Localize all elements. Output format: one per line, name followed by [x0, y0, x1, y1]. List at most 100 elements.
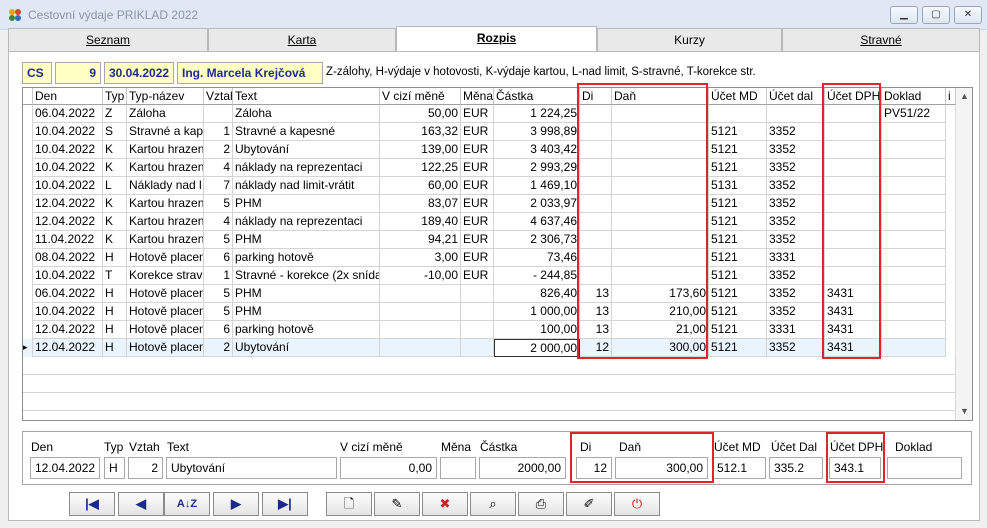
- grid-cell-mena[interactable]: EUR: [461, 231, 494, 249]
- row-indicator[interactable]: [23, 303, 33, 321]
- grid-cell-den[interactable]: 12.04.2022: [33, 321, 103, 339]
- grid-cell-dal[interactable]: 3331: [767, 249, 825, 267]
- tab-rozpis[interactable]: Rozpis: [396, 26, 597, 52]
- grid-cell-den[interactable]: 06.04.2022: [33, 285, 103, 303]
- grid-cell-md[interactable]: 5121: [709, 303, 767, 321]
- new-record-button[interactable]: 🗋: [326, 492, 372, 516]
- grid-cell-dal[interactable]: 3352: [767, 141, 825, 159]
- grid-cell-cizi[interactable]: [380, 285, 461, 303]
- grid-cell-text[interactable]: Ubytování: [233, 339, 380, 357]
- grid-cell-castka[interactable]: 1 224,25: [494, 105, 580, 123]
- castka-field[interactable]: 2000,00: [479, 457, 566, 479]
- grid-cell-den[interactable]: 10.04.2022: [33, 159, 103, 177]
- grid-cell-nazev[interactable]: Hotově placen: [127, 249, 204, 267]
- row-indicator[interactable]: [23, 321, 33, 339]
- grid-cell-mena[interactable]: [461, 285, 494, 303]
- grid-cell-md[interactable]: 5121: [709, 231, 767, 249]
- grid-cell-cizi[interactable]: 163,32: [380, 123, 461, 141]
- grid-cell-mena[interactable]: EUR: [461, 159, 494, 177]
- grid-cell-castka[interactable]: 826,40: [494, 285, 580, 303]
- typ-field[interactable]: H: [104, 457, 125, 479]
- tab-karta[interactable]: Karta: [208, 28, 396, 52]
- grid-cell-text[interactable]: parking hotově: [233, 321, 380, 339]
- grid-cell-mena[interactable]: EUR: [461, 249, 494, 267]
- grid-cell-dph[interactable]: [825, 231, 882, 249]
- current-row-marker-icon[interactable]: ▸: [23, 339, 33, 357]
- grid-cell-md[interactable]: 5121: [709, 249, 767, 267]
- grid-cell-nazev[interactable]: Náklady nad l: [127, 177, 204, 195]
- delete-record-button[interactable]: ✖: [422, 492, 468, 516]
- grid-cell-castka[interactable]: 73,46: [494, 249, 580, 267]
- grid-cell-text[interactable]: Ubytování: [233, 141, 380, 159]
- grid-cell-castka[interactable]: 3 403,42: [494, 141, 580, 159]
- clear-button[interactable]: ✐: [566, 492, 612, 516]
- grid-cell-castka[interactable]: - 244,85: [494, 267, 580, 285]
- last-record-button[interactable]: ▶|: [262, 492, 308, 516]
- grid-cell-doklad[interactable]: [882, 303, 946, 321]
- sort-button[interactable]: A↓Z: [164, 492, 210, 516]
- grid-cell-doklad[interactable]: [882, 159, 946, 177]
- grid-cell-text[interactable]: parking hotově: [233, 249, 380, 267]
- grid-cell-dal[interactable]: 3352: [767, 195, 825, 213]
- row-indicator[interactable]: [23, 177, 33, 195]
- grid-cell-text[interactable]: PHM: [233, 195, 380, 213]
- column-header[interactable]: Typ: [103, 88, 127, 105]
- grid-cell-vztah[interactable]: 1: [204, 267, 233, 285]
- grid-cell-di[interactable]: 13: [580, 285, 612, 303]
- grid-cell-text[interactable]: PHM: [233, 285, 380, 303]
- grid-cell-di[interactable]: 13: [580, 321, 612, 339]
- grid-cell-text[interactable]: náklady nad limit-vrátit: [233, 177, 380, 195]
- grid-cell-md[interactable]: 5121: [709, 123, 767, 141]
- grid-cell-di[interactable]: [580, 195, 612, 213]
- den-field[interactable]: 12.04.2022: [30, 457, 100, 479]
- grid-cell-dal[interactable]: 3352: [767, 213, 825, 231]
- column-header[interactable]: i: [946, 88, 956, 105]
- grid-cell-dal[interactable]: 3352: [767, 159, 825, 177]
- grid-cell-cizi[interactable]: 189,40: [380, 213, 461, 231]
- grid-cell-mena[interactable]: EUR: [461, 177, 494, 195]
- column-header[interactable]: V cizí měně: [380, 88, 461, 105]
- grid-cell-nazev[interactable]: Záloha: [127, 105, 204, 123]
- grid-cell-di[interactable]: [580, 177, 612, 195]
- next-record-button[interactable]: ▶: [213, 492, 259, 516]
- grid-cell-mena[interactable]: [461, 321, 494, 339]
- grid-cell-dph[interactable]: 3431: [825, 303, 882, 321]
- grid-cell-nazev[interactable]: Hotově placen: [127, 339, 204, 357]
- grid-cell-di[interactable]: [580, 105, 612, 123]
- grid-cell-vztah[interactable]: 1: [204, 123, 233, 141]
- grid-cell-cizi[interactable]: [380, 321, 461, 339]
- items-grid[interactable]: ▲ ▼ DenTypTyp-názevVztahTextV cizí měněM…: [22, 87, 973, 421]
- grid-cell-vztah[interactable]: 2: [204, 339, 233, 357]
- grid-cell-dph[interactable]: [825, 105, 882, 123]
- grid-cell-typ[interactable]: Z: [103, 105, 127, 123]
- grid-cell-vztah[interactable]: 6: [204, 249, 233, 267]
- grid-cell-text[interactable]: náklady na reprezentaci: [233, 159, 380, 177]
- grid-cell-cizi[interactable]: 3,00: [380, 249, 461, 267]
- grid-cell-md[interactable]: 5121: [709, 159, 767, 177]
- di-field[interactable]: 12: [576, 457, 612, 479]
- grid-cell-dal[interactable]: 3331: [767, 321, 825, 339]
- column-header[interactable]: Měna: [461, 88, 494, 105]
- grid-cell-md[interactable]: 5121: [709, 195, 767, 213]
- grid-cell-typ[interactable]: H: [103, 303, 127, 321]
- grid-cell-dan[interactable]: 21,00: [612, 321, 709, 339]
- grid-cell-dal[interactable]: 3352: [767, 123, 825, 141]
- grid-cell-dan[interactable]: [612, 249, 709, 267]
- grid-cell-mena[interactable]: EUR: [461, 105, 494, 123]
- print-button[interactable]: ⎙: [518, 492, 564, 516]
- grid-cell-cizi[interactable]: [380, 303, 461, 321]
- find-button[interactable]: ⌕: [470, 492, 516, 516]
- grid-cell-cizi[interactable]: 94,21: [380, 231, 461, 249]
- grid-cell-typ[interactable]: T: [103, 267, 127, 285]
- grid-cell-nazev[interactable]: Kartou hrazen: [127, 195, 204, 213]
- prev-record-button[interactable]: ◀: [118, 492, 164, 516]
- grid-cell-di[interactable]: [580, 213, 612, 231]
- grid-cell-dph[interactable]: [825, 267, 882, 285]
- grid-cell-vztah[interactable]: 5: [204, 303, 233, 321]
- grid-cell-nazev[interactable]: Kartou hrazen: [127, 231, 204, 249]
- grid-cell-dal[interactable]: 3352: [767, 177, 825, 195]
- grid-cell-di[interactable]: 13: [580, 303, 612, 321]
- row-indicator[interactable]: [23, 213, 33, 231]
- grid-cell-den[interactable]: 08.04.2022: [33, 249, 103, 267]
- row-indicator[interactable]: [23, 285, 33, 303]
